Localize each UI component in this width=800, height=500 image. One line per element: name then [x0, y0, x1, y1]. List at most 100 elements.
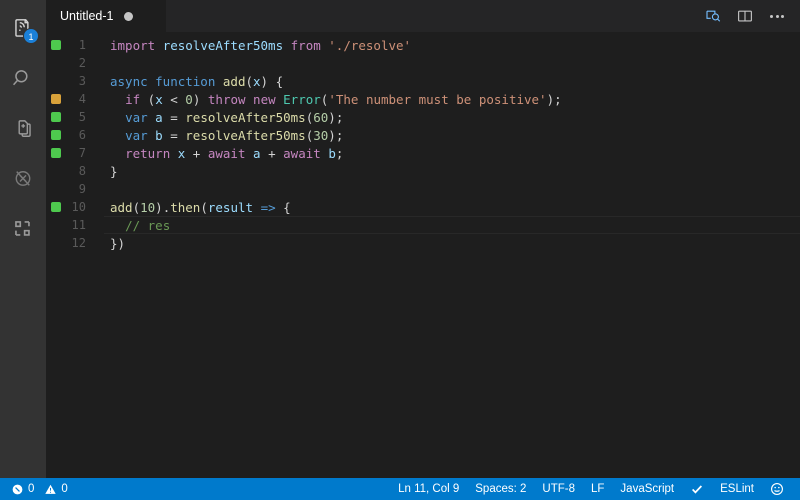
line-number: 4 — [78, 92, 86, 106]
status-bar: 0 0 Ln 11, Col 9 Spaces: 2 UTF-8 LF Java… — [0, 478, 800, 500]
sidebar-item-source-control[interactable] — [0, 104, 46, 154]
token: 60 — [313, 109, 329, 125]
status-bar-right: Ln 11, Col 9 Spaces: 2 UTF-8 LF JavaScri… — [390, 478, 792, 500]
token: async function — [110, 73, 223, 89]
code-line[interactable]: 1 import resolveAfter50ms from './resolve… — [46, 36, 800, 54]
sidebar-item-explorer[interactable]: 1 — [0, 4, 46, 54]
token: var — [125, 109, 148, 125]
more-actions-icon — [770, 14, 784, 18]
code-text: }) — [104, 236, 800, 251]
token: a — [253, 145, 261, 161]
search-icon — [13, 70, 28, 86]
sidebar-item-search[interactable] — [0, 54, 46, 104]
line-number: 6 — [78, 128, 86, 142]
token: ( — [200, 199, 208, 215]
token: return — [125, 145, 171, 161]
code-text: async function add(x) { — [104, 74, 800, 89]
eslint-status[interactable]: ESLint — [712, 478, 762, 500]
token: resolveAfter50ms — [185, 109, 306, 125]
workbench-body: 1 Untitled-1 1 import resolveAfter50ms f… — [0, 0, 800, 478]
code-line[interactable]: 9 — [46, 180, 800, 198]
activity-bar: 1 — [0, 0, 46, 478]
token: resolveAfter50ms — [185, 127, 306, 143]
sidebar-item-run-debug[interactable] — [0, 154, 46, 204]
token: + — [185, 145, 208, 161]
explorer-badge: 1 — [23, 28, 39, 44]
warning-icon — [44, 483, 57, 496]
problems-status[interactable]: 0 0 — [6, 478, 73, 500]
code-text: var a = resolveAfter50ms(60); — [104, 110, 800, 125]
token: ( — [245, 73, 253, 89]
token: ; — [335, 145, 344, 161]
eol-status[interactable]: LF — [583, 478, 612, 500]
token: b — [147, 127, 171, 143]
token: 30 — [313, 127, 329, 143]
smiley-icon — [770, 482, 784, 496]
code-text: var b = resolveAfter50ms(30); — [104, 128, 800, 143]
code-line[interactable]: 8} — [46, 162, 800, 180]
code-line[interactable]: 6 var b = resolveAfter50ms(30); — [46, 126, 800, 144]
extensions-icon — [15, 221, 30, 236]
token: ); — [328, 109, 344, 125]
token: a — [147, 109, 171, 125]
code-line[interactable]: 10 add(10).then(result => { — [46, 198, 800, 216]
token: then — [170, 199, 201, 215]
source-control-icon — [18, 120, 31, 137]
token: result — [207, 199, 254, 215]
token: 10 — [140, 199, 156, 215]
code-line[interactable]: 7 return x + await a + await b; — [46, 144, 800, 162]
line-number: 5 — [78, 110, 86, 124]
token: var — [125, 127, 148, 143]
split-editor-button[interactable] — [732, 3, 758, 29]
token: ( — [132, 199, 141, 215]
code-line[interactable]: 3 async function add(x) { — [46, 72, 800, 90]
line-number: 9 — [78, 182, 86, 196]
status-bar-left: 0 0 — [6, 478, 73, 500]
token: ) { — [260, 73, 284, 89]
checkmark-status[interactable] — [682, 478, 712, 500]
tab-untitled-1[interactable]: Untitled-1 — [46, 0, 166, 32]
dirty-indicator-icon[interactable] — [123, 11, 133, 21]
indentation-status[interactable]: Spaces: 2 — [467, 478, 534, 500]
token: from — [290, 37, 321, 53]
code-line[interactable]: 11 // res — [46, 216, 800, 234]
token: x — [253, 73, 261, 89]
line-number: 7 — [78, 146, 86, 160]
token: x — [155, 91, 163, 107]
sidebar-item-extensions[interactable] — [0, 204, 46, 254]
encoding-status[interactable]: UTF-8 — [534, 478, 583, 500]
language-mode-status[interactable]: JavaScript — [612, 478, 682, 500]
line-number: 2 — [78, 56, 86, 70]
code-editor[interactable]: 1 import resolveAfter50ms from './resolve… — [46, 32, 800, 478]
token: }) — [110, 235, 126, 251]
code-line[interactable]: 4 if (x < 0) throw new Error('The number… — [46, 90, 800, 108]
token: = — [170, 127, 186, 143]
code-line[interactable]: 12}) — [46, 234, 800, 252]
cursor-position-status[interactable]: Ln 11, Col 9 — [390, 478, 467, 500]
token: Error — [283, 91, 321, 107]
code-line[interactable]: 5 var a = resolveAfter50ms(60); — [46, 108, 800, 126]
editor-actions — [700, 0, 800, 32]
code-line[interactable]: 2 — [46, 54, 800, 72]
open-preview-icon — [706, 10, 721, 22]
token: ) — [192, 91, 208, 107]
line-number: 8 — [78, 164, 86, 178]
vscode-window: 1 Untitled-1 1 import resolveAfter50ms f… — [0, 0, 800, 500]
more-actions-button[interactable] — [764, 3, 790, 29]
code-text: add(10).then(result => { — [104, 200, 800, 215]
code-text: if (x < 0) throw new Error('The number m… — [104, 92, 800, 107]
line-number: 11 — [71, 218, 86, 232]
token: add — [222, 73, 246, 89]
feedback-status[interactable] — [762, 478, 792, 500]
tab-strip: Untitled-1 — [46, 0, 166, 32]
warning-count: 0 — [61, 483, 68, 495]
token: './resolve' — [328, 37, 412, 53]
token: ( — [140, 91, 156, 107]
token: < — [162, 91, 186, 107]
error-count: 0 — [28, 483, 35, 495]
open-preview-button[interactable] — [700, 3, 726, 29]
